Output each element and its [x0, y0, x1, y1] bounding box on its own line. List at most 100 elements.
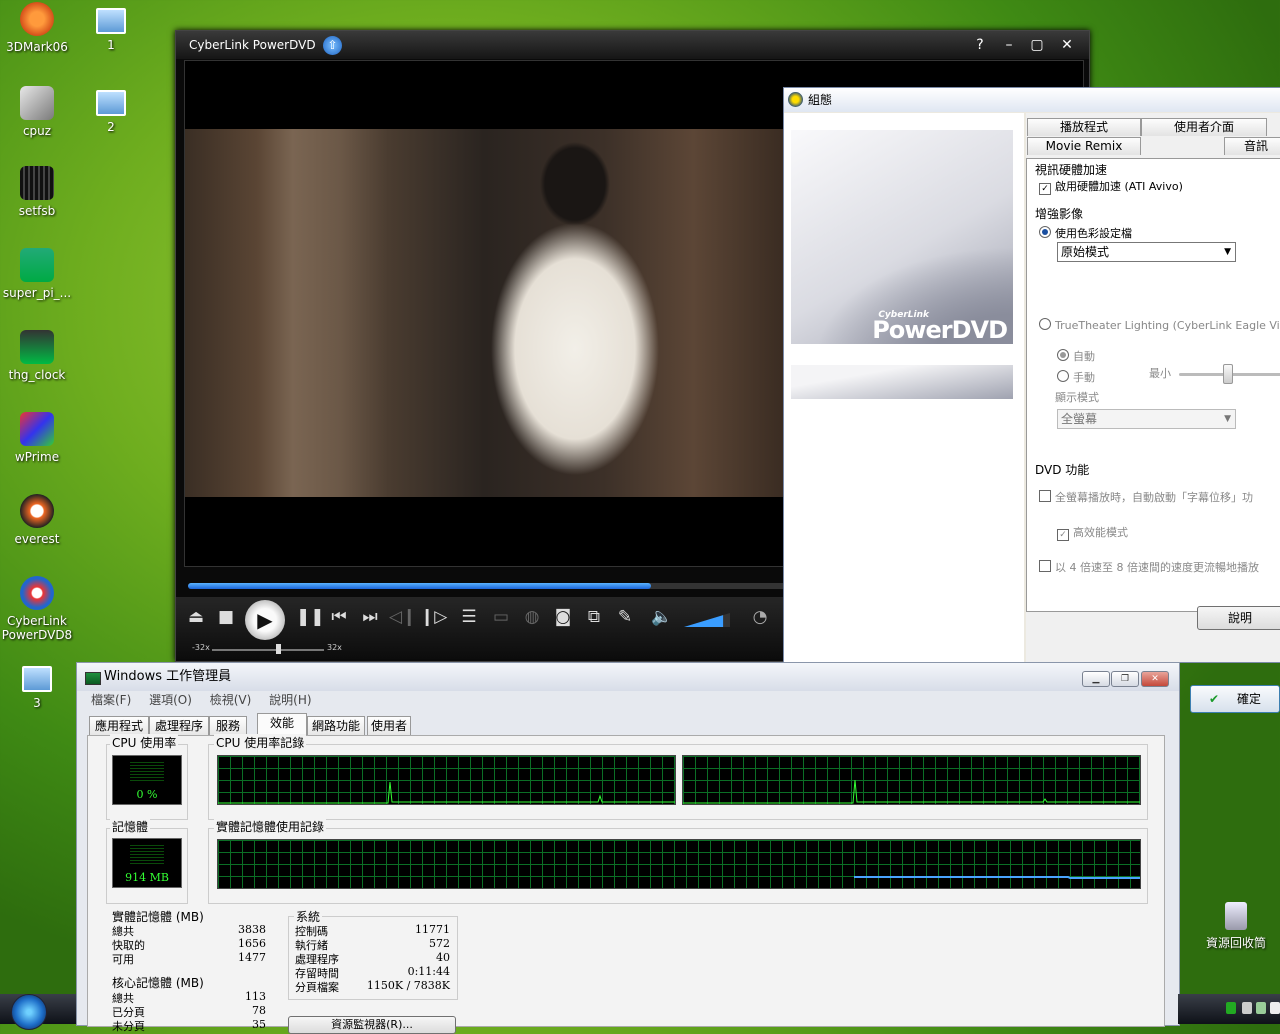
cpu-core2-graph — [682, 755, 1141, 805]
volume-icon[interactable]: 🔈 — [650, 607, 674, 627]
minimize-button[interactable]: ▁ — [1082, 671, 1110, 687]
system-table: 控制碼 11771 執行緒 572 處理程序 40 存留時間 0:11:44 分頁檔案 1… — [295, 923, 450, 994]
desktop-icon-2[interactable]: 2 — [75, 84, 147, 134]
kernel-memory-heading: 核心記憶體 (MB) — [112, 976, 204, 990]
menu-icon[interactable]: ☰ — [457, 607, 481, 627]
desktop-icon-cpuz[interactable]: cpuz — [1, 86, 73, 138]
dvd-opt3-label: 以 4 倍速至 8 倍速間的速度更流暢地播放 — [1055, 561, 1259, 574]
checkbox-icon — [1039, 490, 1051, 502]
row-value: 11771 — [415, 923, 450, 936]
snapshot-icon[interactable]: ◙ — [551, 607, 575, 627]
desktop-icon-superpi[interactable]: super_pi_... — [1, 248, 73, 300]
manual-radio[interactable]: 手動 — [1057, 369, 1095, 385]
desktop-icon-setfsb[interactable]: setfsb — [1, 166, 73, 218]
start-button[interactable] — [11, 994, 47, 1030]
play-button[interactable]: ▶ — [245, 600, 285, 640]
restore-button[interactable]: ❐ — [1111, 671, 1139, 687]
subtitle-icon[interactable]: ▭ — [489, 607, 513, 627]
auto-radio[interactable]: 自動 — [1057, 348, 1095, 364]
volume-slider[interactable] — [684, 613, 730, 627]
hw-accel-checkbox[interactable]: ✓ 啟用硬體加速 (ATI Avivo) — [1039, 178, 1183, 195]
row-value: 1477 — [238, 951, 266, 964]
color-mode-select[interactable]: 原始模式 ▼ — [1057, 242, 1236, 262]
minimize-button[interactable]: – — [997, 31, 1021, 59]
tab-player[interactable]: 播放程式 — [1027, 118, 1141, 136]
desktop-icon-3[interactable]: 3 — [1, 660, 73, 710]
table-row: 已分頁 78 — [112, 1004, 266, 1019]
desktop-icon-label: super_pi_... — [2, 286, 72, 300]
update-icon[interactable]: ⇧ — [323, 36, 342, 55]
speed-slider[interactable] — [212, 649, 324, 651]
desktop-icon-wprime[interactable]: wPrime — [1, 412, 73, 464]
menu-view[interactable]: 檢視(V) — [210, 693, 252, 707]
config-right-pane: 播放程式 使用者介面 Movie Remix 影像 音訊 視訊硬體加速 ✓啟用硬… — [1026, 113, 1280, 662]
cpu-usage-value: 0 % — [136, 788, 158, 801]
memory-history-label: 實體記憶體使用記錄 — [214, 818, 327, 835]
close-button[interactable]: ✕ — [1141, 671, 1169, 687]
cpu-core1-graph — [217, 755, 676, 805]
pause-icon[interactable]: ❚❚ — [296, 607, 325, 627]
taskmgr-titlebar[interactable]: Windows 工作管理員 ▁ ❐ ✕ — [77, 663, 1179, 691]
tab-applications[interactable]: 應用程式 — [89, 716, 149, 736]
menu-help[interactable]: 說明(H) — [269, 693, 311, 707]
desktop-icon-1[interactable]: 1 — [75, 2, 147, 52]
tab-movie-remix[interactable]: Movie Remix — [1027, 137, 1141, 155]
everest-icon — [20, 494, 54, 528]
desktop-icon-thgclock[interactable]: thg_clock — [1, 330, 73, 382]
angle-icon[interactable]: ◍ — [520, 607, 544, 627]
dvd-subtitle-checkbox[interactable]: 全螢幕播放時，自動啟動「字幕位移」功 — [1039, 489, 1253, 505]
desktop-icon-label: thg_clock — [8, 368, 66, 382]
desktop-icon-everest[interactable]: everest — [1, 494, 73, 546]
dvd-performance-checkbox[interactable]: ✓ 高效能模式 — [1057, 524, 1128, 541]
tab-user-interface[interactable]: 使用者介面 — [1141, 118, 1267, 136]
stop-icon[interactable]: ■ — [214, 607, 238, 627]
cpu-usage-label: CPU 使用率 — [110, 734, 179, 751]
desktop-icon-3dmark06[interactable]: 3DMark06 — [1, 2, 73, 54]
dvd-smooth-checkbox[interactable]: 以 4 倍速至 8 倍速間的速度更流暢地播放 — [1039, 559, 1259, 575]
resource-monitor-button[interactable]: 資源監視器(R)... — [288, 1016, 456, 1034]
tray-icon[interactable] — [1256, 1002, 1266, 1014]
desktop-icon-recycle-bin[interactable]: 資源回收筒 — [1200, 902, 1272, 951]
truetheater-radio[interactable]: TrueTheater Lighting (CyberLink Eagle Vi… — [1039, 318, 1280, 332]
image-file-icon — [22, 666, 52, 692]
tab-users[interactable]: 使用者 — [367, 716, 411, 736]
tab-audio[interactable]: 音訊 — [1224, 137, 1280, 155]
menu-file[interactable]: 檔案(F) — [91, 693, 131, 707]
hw-accel-group-label: 視訊硬體加速 — [1033, 161, 1110, 178]
menu-options[interactable]: 選項(O) — [149, 693, 192, 707]
row-value: 0:11:44 — [407, 965, 450, 978]
help-button[interactable]: ? — [968, 31, 992, 59]
ok-button[interactable]: ✔ 確定 — [1190, 685, 1280, 713]
color-profile-label: 使用色彩設定檔 — [1055, 227, 1132, 240]
tray-icon[interactable] — [1226, 1002, 1236, 1014]
lighting-slider-thumb[interactable] — [1223, 364, 1233, 384]
step-back-icon[interactable]: ◁❙ — [389, 607, 416, 627]
more-icon[interactable]: ◔ — [748, 607, 772, 627]
table-row: 快取的 1656 — [112, 937, 266, 952]
speed-min-label: -32x — [192, 643, 210, 652]
powerdvd-titlebar[interactable]: CyberLink PowerDVD ⇧ ? – ▢ ✕ — [176, 31, 1089, 59]
table-row: 執行緒 572 — [295, 937, 450, 952]
row-label: 分頁檔案 — [295, 981, 339, 994]
maximize-button[interactable]: ▢ — [1025, 31, 1049, 59]
settings-icon[interactable]: ✎ — [613, 607, 637, 627]
display-mode-select[interactable]: 全螢幕 ▼ — [1057, 409, 1236, 429]
tab-networking[interactable]: 網路功能 — [307, 716, 365, 736]
tab-processes[interactable]: 處理程序 — [149, 716, 209, 736]
eject-icon[interactable]: ⏏ — [184, 607, 208, 627]
help-button[interactable]: 說明 — [1197, 606, 1280, 630]
next-icon[interactable]: ⏭ — [358, 607, 382, 627]
tray-icon[interactable] — [1242, 1002, 1252, 1014]
speed-slider-thumb[interactable] — [276, 644, 281, 654]
desktop-icon-powerdvd8[interactable]: CyberLink PowerDVD8 — [1, 576, 73, 642]
config-titlebar[interactable]: 組態 — [784, 88, 1280, 112]
step-forward-icon[interactable]: ❙▷ — [420, 607, 447, 627]
cpu-usage-meter: 0 % — [112, 755, 182, 805]
volume-tray-icon[interactable] — [1270, 1002, 1280, 1014]
close-button[interactable]: ✕ — [1055, 31, 1079, 59]
minimode-icon[interactable]: ⧉ — [582, 607, 606, 627]
desktop-icon-label: 資源回收筒 — [1205, 936, 1266, 950]
previous-icon[interactable]: ⏮ — [327, 607, 351, 627]
color-profile-radio[interactable]: 使用色彩設定檔 — [1039, 225, 1132, 241]
tab-services[interactable]: 服務 — [209, 716, 247, 736]
